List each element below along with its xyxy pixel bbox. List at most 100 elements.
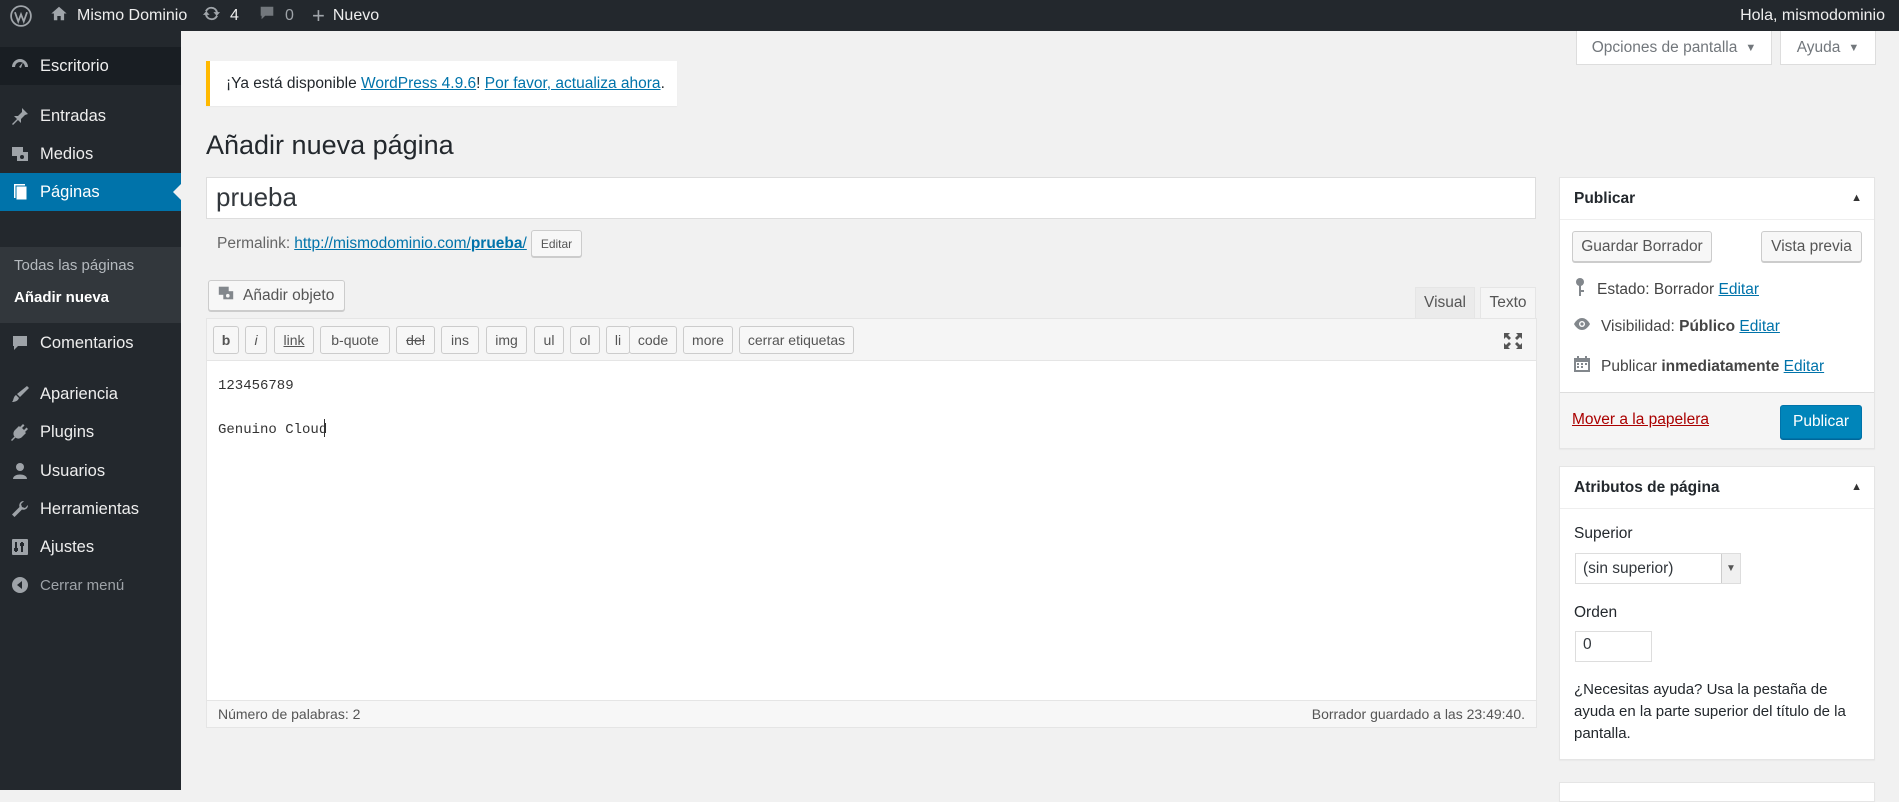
caret-down-icon: ▼ [1848,41,1860,54]
greeting: Hola, mismodominio [1740,6,1885,24]
sidebar-item-paginas[interactable]: Páginas [0,173,181,211]
refresh-icon [202,4,221,28]
wordpress-version-link[interactable]: WordPress 4.9.6 [361,75,476,93]
my-account-link[interactable]: Hola, mismodominio [1740,0,1885,31]
sidebar-item-apariencia[interactable]: Apariencia [0,375,181,413]
comment-icon [9,332,31,354]
help-button[interactable]: Ayuda ▼ [1780,31,1876,65]
edit-permalink-button[interactable]: Editar [530,230,583,257]
publish-box-header[interactable]: Publicar ▲ [1560,178,1874,220]
qt-code-button[interactable]: code [629,326,677,354]
sidebar-item-usuarios[interactable]: Usuarios [0,452,181,490]
add-media-button[interactable]: Añadir objeto [208,280,346,311]
qt-ol-button[interactable]: ol [570,326,600,354]
qt-italic-button[interactable]: i [245,326,267,354]
collapse-arrow-icon[interactable]: ▲ [1851,192,1862,204]
qt-img-button[interactable]: img [486,326,527,354]
qt-bold-button[interactable]: b [213,326,239,354]
parent-label: Superior [1574,525,1633,542]
wordpress-logo-icon[interactable] [10,0,32,31]
page-attributes-box: Atributos de página ▲ Superior (sin supe… [1559,466,1875,760]
submenu-todas-las-paginas[interactable]: Todas las páginas [14,257,134,274]
comments-count: 0 [285,6,294,24]
qt-more-button[interactable]: more [683,326,733,354]
sidebar-item-comentarios[interactable]: Comentarios [0,324,181,362]
quicktags-toolbar: b i link b-quote del ins img ul ol li co… [207,319,1536,361]
qt-ins-button[interactable]: ins [441,326,479,354]
qt-li-button[interactable]: li [606,326,630,354]
schedule-row: Publicar inmediatamente Editar [1572,354,1824,379]
sidebar-item-ajustes[interactable]: Ajustes [0,528,181,566]
page-attributes-header[interactable]: Atributos de página ▲ [1560,467,1874,509]
updates-count: 4 [230,6,239,24]
post-title-input[interactable]: prueba [206,177,1536,219]
order-label: Orden [1574,604,1618,621]
tab-visual[interactable]: Visual [1415,287,1475,318]
update-notice: ¡Ya está disponible WordPress 4.9.6 ! Po… [206,61,677,106]
comments-link[interactable]: 0 [258,0,294,31]
sidebar-item-entradas[interactable]: Entradas [0,97,181,135]
preview-button[interactable]: Vista previa [1761,231,1862,262]
text-cursor [324,419,325,437]
qt-ul-button[interactable]: ul [534,326,564,354]
admin-sidebar: Escritorio Entradas Medios Páginas Todas… [0,31,181,790]
pin-icon [9,105,31,127]
page-title: Añadir nueva página [206,130,454,160]
collapse-arrow-icon[interactable]: ▲ [1851,481,1862,493]
permalink-url[interactable]: http://mismodominio.com/prueba/ [294,235,527,253]
site-name-link[interactable]: Mismo Dominio [50,0,187,31]
publish-box-title: Publicar [1574,189,1636,207]
permalink-label: Permalink: [217,234,291,252]
update-now-link[interactable]: Por favor, actualiza ahora [485,75,661,93]
updates-link[interactable]: 4 [202,0,239,31]
qt-link-button[interactable]: link [274,326,314,354]
qt-blockquote-button[interactable]: b-quote [320,326,390,354]
sidebar-item-herramientas[interactable]: Herramientas [0,490,181,528]
word-count: Número de palabras: 2 [218,706,361,722]
settings-icon [9,536,31,558]
publish-button[interactable]: Publicar [1780,405,1862,439]
qt-close-tags-button[interactable]: cerrar etiquetas [739,326,854,354]
visibility-value: Público [1679,317,1736,335]
new-content-link[interactable]: + Nuevo [312,0,379,31]
save-draft-button[interactable]: Guardar Borrador [1572,231,1712,262]
media-icon [9,143,31,165]
edit-schedule-link[interactable]: Editar [1784,358,1825,375]
parent-select[interactable]: (sin superior) ▼ [1575,553,1741,584]
sidebar-item-escritorio[interactable]: Escritorio [0,47,181,85]
next-metabox [1559,782,1875,802]
editor-status-bar: Número de palabras: 2 Borrador guardado … [207,700,1536,727]
submenu-anadir-nueva[interactable]: Añadir nueva [14,289,109,306]
content-textarea[interactable]: 123456789 Genuino Cloud [218,375,327,441]
order-input[interactable]: 0 [1575,631,1652,662]
admin-bar: Mismo Dominio 4 0 + Nuevo Hola, mismodom… [0,0,1899,31]
text-editor: b i link b-quote del ins img ul ol li co… [206,318,1537,728]
screen-options-button[interactable]: Opciones de pantalla ▼ [1576,31,1772,65]
user-icon [9,460,31,482]
tab-texto[interactable]: Texto [1480,287,1536,318]
page-attributes-title: Atributos de página [1574,478,1720,496]
move-to-trash-link[interactable]: Mover a la papelera [1572,411,1709,429]
chevron-down-icon: ▼ [1721,554,1740,583]
qt-del-button[interactable]: del [396,326,435,354]
paginas-submenu: Todas las páginas Añadir nueva [0,247,181,323]
autosave-status: Borrador guardado a las 23:49:40. [1311,706,1525,722]
help-text: ¿Necesitas ayuda? Usa la pestaña de ayud… [1574,681,1846,742]
collapse-icon [9,574,31,596]
publish-box: Publicar ▲ Guardar Borrador Vista previa… [1559,177,1875,449]
brush-icon [9,383,31,405]
sidebar-item-plugins[interactable]: Plugins [0,413,181,451]
sidebar-item-medios[interactable]: Medios [0,135,181,173]
calendar-icon [1572,354,1592,379]
home-icon [50,5,68,27]
new-label: Nuevo [332,6,380,24]
status-value: Borrador [1653,280,1715,298]
wrench-icon [9,498,31,520]
status-row: Estado: Borrador Editar [1572,277,1759,302]
fullscreen-icon[interactable] [1502,331,1524,351]
major-publishing-actions: Mover a la papelera Publicar [1560,392,1874,448]
collapse-menu-button[interactable]: Cerrar menú [0,566,181,604]
edit-status-link[interactable]: Editar [1719,281,1760,298]
edit-visibility-link[interactable]: Editar [1739,318,1780,335]
schedule-value: inmediatamente [1661,357,1780,375]
